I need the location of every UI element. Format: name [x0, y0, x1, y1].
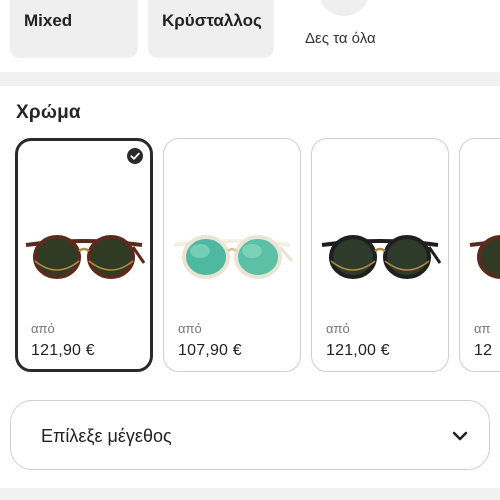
color-section-title: Χρώμα	[16, 102, 81, 123]
color-card[interactable]: από 121,00 €	[311, 138, 449, 372]
see-all-icon[interactable]	[319, 0, 369, 16]
price-value: 121,00 €	[326, 342, 390, 359]
chevron-down-icon	[452, 431, 468, 441]
section-divider	[0, 72, 500, 86]
price-value: 107,90 €	[178, 342, 242, 359]
material-chip-mixed[interactable]: Mixed	[10, 0, 138, 58]
sunglasses-image	[173, 235, 294, 279]
sunglasses-image	[321, 235, 442, 279]
sunglasses-image	[25, 235, 146, 279]
check-circle-icon	[127, 148, 143, 164]
price-from-label: από	[178, 321, 202, 336]
color-card[interactable]: απ 12	[459, 138, 500, 372]
material-chip-label: Mixed	[24, 11, 73, 30]
price-value: 121,90 €	[31, 342, 95, 359]
size-select[interactable]: Επίλεξε μέγεθος	[10, 400, 490, 470]
color-carousel[interactable]: από 121,90 € από 107,90 € από 121,00 € α…	[0, 138, 500, 374]
price-value: 12	[474, 342, 493, 359]
section-divider	[0, 488, 500, 500]
color-card[interactable]: από 121,90 €	[15, 138, 153, 372]
price-from-label: απ	[474, 321, 491, 336]
sunglasses-image	[469, 235, 500, 279]
material-filter-row: Mixed Κρύσταλλος Δες τα όλα	[0, 0, 500, 72]
material-chip-label: Κρύσταλλος	[162, 11, 262, 30]
color-card[interactable]: από 107,90 €	[163, 138, 301, 372]
price-from-label: από	[31, 321, 55, 336]
material-chip-crystal[interactable]: Κρύσταλλος	[148, 0, 274, 58]
size-select-label: Επίλεξε μέγεθος	[41, 426, 172, 446]
price-from-label: από	[326, 321, 350, 336]
see-all-link[interactable]: Δες τα όλα	[305, 30, 376, 47]
